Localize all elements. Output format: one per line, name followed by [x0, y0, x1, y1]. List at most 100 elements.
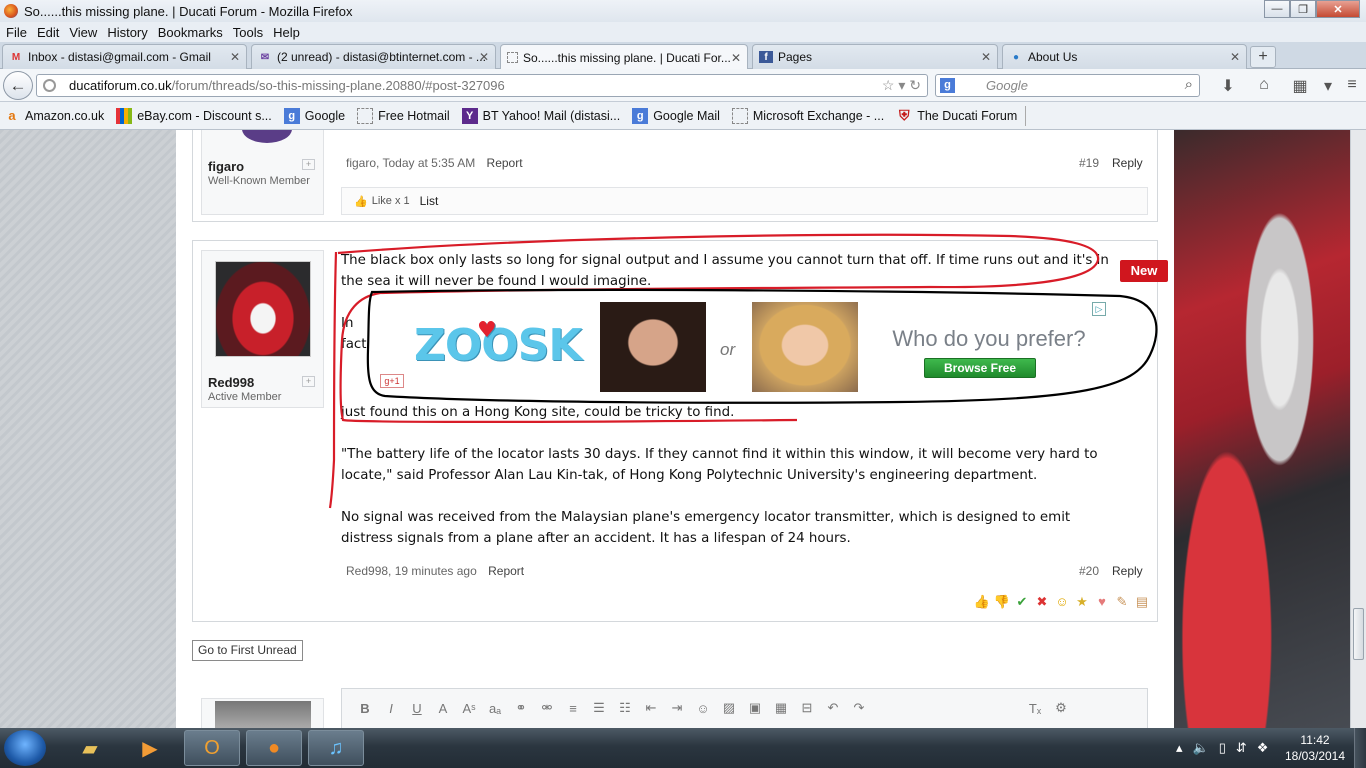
- indent-icon[interactable]: ⇥: [664, 700, 690, 716]
- google-search-engine-icon[interactable]: g: [940, 78, 955, 93]
- bookmark-amazon[interactable]: a Amazon.co.uk: [4, 108, 104, 124]
- smilies-icon[interactable]: ☺: [690, 701, 716, 716]
- underline-icon[interactable]: U: [404, 701, 430, 716]
- back-button[interactable]: ←: [3, 71, 33, 100]
- url-bar[interactable]: ducatiforum.co.uk/forum/threads/so-this-…: [36, 74, 928, 97]
- save-draft-icon[interactable]: ⊟: [794, 700, 820, 716]
- close-tab-icon[interactable]: ✕: [731, 51, 741, 65]
- report-link[interactable]: Report: [487, 156, 523, 170]
- close-tab-icon[interactable]: ✕: [479, 50, 489, 64]
- menu-bookmarks[interactable]: Bookmarks: [158, 25, 223, 40]
- close-tab-icon[interactable]: ✕: [1230, 50, 1240, 64]
- volume-icon[interactable]: 🔈: [1193, 740, 1209, 756]
- start-button[interactable]: [4, 730, 46, 766]
- ad-choices-icon[interactable]: ▷: [1092, 302, 1106, 316]
- bold-icon[interactable]: B: [352, 701, 378, 716]
- dropbox-icon[interactable]: ❖: [1257, 740, 1269, 756]
- outdent-icon[interactable]: ⇤: [638, 700, 664, 716]
- likes-count[interactable]: Like x 1: [372, 195, 410, 207]
- font-color-icon[interactable]: A: [430, 701, 456, 716]
- close-tab-icon[interactable]: ✕: [230, 50, 240, 64]
- taskbar-outlook[interactable]: O: [184, 730, 240, 766]
- font-family-icon[interactable]: aₐ: [482, 701, 508, 716]
- taskbar-firefox[interactable]: ●: [246, 730, 302, 766]
- tab-ducati-forum[interactable]: So......this missing plane. | Ducati For…: [500, 44, 748, 70]
- profile-photo-1[interactable]: [600, 302, 706, 392]
- bookmark-ducati-forum[interactable]: ⛨ The Ducati Forum: [896, 107, 1017, 124]
- maximize-button[interactable]: ❐: [1290, 0, 1316, 18]
- taskbar-itunes[interactable]: ♫: [308, 730, 364, 766]
- new-tab-button[interactable]: +: [1250, 46, 1276, 68]
- like-icon[interactable]: 👍: [972, 594, 992, 610]
- media-icon[interactable]: ▣: [742, 700, 768, 716]
- network-icon[interactable]: ⇵: [1236, 740, 1247, 756]
- toolbar-overflow-icon[interactable]: ≡: [1338, 76, 1366, 96]
- post-19-number[interactable]: #19: [1079, 156, 1099, 170]
- advertisement-banner[interactable]: ZOOSK ♥ g+1 or Who do you prefer? Browse …: [374, 302, 1106, 394]
- avatar[interactable]: [215, 261, 311, 357]
- search-bar[interactable]: g Google ⌕: [935, 74, 1200, 97]
- show-desktop-button[interactable]: [1354, 728, 1366, 768]
- link-icon[interactable]: ⚭: [508, 700, 534, 716]
- winner-icon[interactable]: ★: [1072, 594, 1092, 610]
- useful-icon[interactable]: ✎: [1112, 594, 1132, 610]
- post-author-date[interactable]: figaro, Today at 5:35 AM: [346, 156, 475, 170]
- close-window-button[interactable]: ✕: [1316, 0, 1360, 18]
- vertical-scrollbar[interactable]: [1350, 130, 1366, 728]
- menu-tools[interactable]: Tools: [233, 25, 263, 40]
- close-tab-icon[interactable]: ✕: [981, 50, 991, 64]
- bookmark-bt-yahoo[interactable]: Y BT Yahoo! Mail (distasi...: [461, 107, 620, 124]
- reply-link[interactable]: Reply: [1112, 564, 1143, 578]
- go-to-first-unread-button[interactable]: Go to First Unread: [192, 640, 303, 661]
- menu-view[interactable]: View: [69, 25, 97, 40]
- funny-icon[interactable]: ☺: [1052, 594, 1072, 610]
- reply-link[interactable]: Reply: [1112, 156, 1143, 170]
- redo-icon[interactable]: ↷: [846, 700, 872, 716]
- google-plus-one-button[interactable]: g+1: [380, 374, 404, 388]
- likes-list-link[interactable]: List: [420, 194, 439, 208]
- device-icon[interactable]: ▯: [1219, 740, 1226, 756]
- image-icon[interactable]: ▨: [716, 700, 742, 716]
- bulleted-list-icon[interactable]: ☰: [586, 700, 612, 716]
- reply-editor[interactable]: B I U A Aˢ aₐ ⚭ ⚮ ≡ ☰ ☷ ⇤ ⇥ ☺ ▨ ▣ ▦ ⊟ ↶ …: [341, 688, 1148, 728]
- archive-icon[interactable]: ▤: [1132, 594, 1152, 610]
- tab-btmail[interactable]: ✉ (2 unread) - distasi@btinternet.com - …: [251, 44, 496, 69]
- menu-chevron-icon[interactable]: ▾: [1318, 76, 1338, 96]
- taskbar-media-player[interactable]: ▶: [122, 730, 178, 766]
- search-icon[interactable]: ⌕: [1185, 76, 1193, 93]
- font-size-icon[interactable]: Aˢ: [456, 701, 482, 716]
- taskbar-explorer[interactable]: ▰: [62, 730, 118, 766]
- love-icon[interactable]: ♥: [1092, 594, 1112, 610]
- bookmark-google[interactable]: g Google: [283, 107, 345, 124]
- avatar[interactable]: [202, 130, 323, 155]
- numbered-list-icon[interactable]: ☷: [612, 700, 638, 716]
- bookmark-ebay[interactable]: eBay.com - Discount s...: [116, 107, 272, 124]
- align-icon[interactable]: ≡: [560, 701, 586, 716]
- expand-user-icon[interactable]: +: [302, 159, 315, 170]
- zoosk-logo[interactable]: ZOOSK ♥: [414, 318, 582, 371]
- browse-free-button[interactable]: Browse Free: [924, 358, 1036, 378]
- scrollbar-thumb[interactable]: [1353, 608, 1364, 660]
- toggle-bbcode-icon[interactable]: ⚙: [1048, 700, 1074, 716]
- bookmark-hotmail[interactable]: Free Hotmail: [357, 107, 450, 124]
- menu-file[interactable]: File: [6, 25, 27, 40]
- menu-help[interactable]: Help: [273, 25, 300, 40]
- report-link[interactable]: Report: [488, 564, 524, 578]
- tab-facebook-pages[interactable]: f Pages ✕: [752, 44, 998, 69]
- unlink-icon[interactable]: ⚮: [534, 700, 560, 716]
- menu-history[interactable]: History: [107, 25, 147, 40]
- tab-gmail[interactable]: M Inbox - distasi@gmail.com - Gmail ✕: [2, 44, 247, 69]
- italic-icon[interactable]: I: [378, 701, 404, 716]
- profile-photo-2[interactable]: [752, 302, 858, 392]
- addon-icon[interactable]: ▦: [1282, 76, 1318, 96]
- bookmark-google-mail[interactable]: g Google Mail: [632, 107, 720, 124]
- download-icon[interactable]: ⬇: [1210, 76, 1246, 96]
- bookmark-exchange[interactable]: Microsoft Exchange - ...: [731, 107, 884, 124]
- insert-icon[interactable]: ▦: [768, 700, 794, 716]
- home-icon[interactable]: ⌂: [1246, 76, 1282, 96]
- remove-formatting-icon[interactable]: Tₓ: [1022, 701, 1048, 716]
- taskbar-clock[interactable]: 11:42 18/03/2014: [1280, 732, 1350, 764]
- bookmark-star-icon[interactable]: ☆ ▾ ↻: [882, 77, 921, 94]
- undo-icon[interactable]: ↶: [820, 700, 846, 716]
- disagree-icon[interactable]: ✖: [1032, 594, 1052, 610]
